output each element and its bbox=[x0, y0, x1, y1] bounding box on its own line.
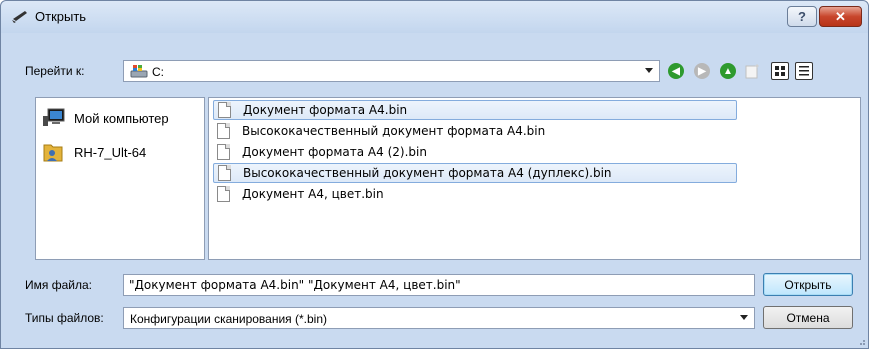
file-name: Документ формата A4 (2).bin bbox=[242, 145, 427, 159]
location-value: C: bbox=[152, 65, 164, 79]
cancel-button-label: Отмена bbox=[786, 310, 830, 325]
file-item[interactable]: Документ формата A4.bin bbox=[213, 100, 737, 120]
file-icon bbox=[217, 186, 230, 202]
open-file-dialog: Открыть ? ✕ Перейти к: C: ◀ ▶ ▲ Мой комп… bbox=[0, 0, 869, 349]
file-name: Документ A4, цвет.bin bbox=[242, 187, 384, 201]
open-button-label: Открыть bbox=[784, 277, 832, 292]
view-list-icon[interactable] bbox=[795, 62, 813, 80]
title-bar[interactable]: Открыть ? ✕ bbox=[1, 1, 868, 33]
file-item[interactable]: Документ A4, цвет.bin bbox=[213, 184, 737, 204]
back-icon[interactable]: ◀ bbox=[668, 63, 684, 79]
cancel-button[interactable]: Отмена bbox=[763, 306, 853, 329]
file-icon bbox=[217, 123, 230, 139]
resize-grip-icon[interactable] bbox=[856, 336, 866, 346]
file-icon bbox=[218, 165, 231, 181]
file-name: Высококачественный документ формата A4.b… bbox=[242, 124, 546, 138]
filename-input[interactable]: "Документ формата A4.bin" "Документ A4, … bbox=[123, 274, 755, 296]
place-label: RH-7_Ult-64 bbox=[74, 144, 147, 160]
window-title: Открыть bbox=[35, 9, 87, 24]
places-panel: Мой компьютер RH-7_Ult-64 bbox=[35, 97, 205, 260]
filetype-select[interactable]: Конфигурации сканирования (*.bin) bbox=[123, 307, 755, 329]
file-item[interactable]: Высококачественный документ формата A4.b… bbox=[213, 121, 737, 141]
close-icon: ✕ bbox=[835, 8, 846, 24]
new-folder-icon[interactable] bbox=[745, 63, 761, 79]
place-user-folder[interactable]: RH-7_Ult-64 bbox=[42, 140, 146, 164]
goto-label: Перейти к: bbox=[25, 64, 85, 78]
file-name: Высококачественный документ формата A4 (… bbox=[243, 166, 612, 180]
help-icon: ? bbox=[798, 9, 806, 24]
place-label: Мой компьютер bbox=[74, 110, 169, 126]
drive-icon bbox=[130, 65, 148, 78]
help-button[interactable]: ? bbox=[787, 6, 817, 27]
computer-icon bbox=[43, 108, 65, 126]
file-list[interactable]: Документ формата A4.bin Высококачественн… bbox=[208, 97, 861, 260]
filetype-label: Типы файлов: bbox=[25, 311, 104, 325]
user-folder-icon bbox=[43, 144, 63, 162]
chevron-down-icon bbox=[645, 68, 653, 73]
dialog-body: Перейти к: C: ◀ ▶ ▲ Мой компьютер RH-7_U… bbox=[11, 45, 862, 342]
location-combo[interactable]: C: bbox=[123, 60, 660, 82]
file-icon bbox=[218, 102, 231, 118]
view-tiles-icon[interactable] bbox=[771, 62, 789, 80]
chevron-down-icon bbox=[740, 315, 748, 320]
open-dialog-icon bbox=[12, 11, 27, 23]
file-item[interactable]: Высококачественный документ формата A4 (… bbox=[213, 163, 737, 183]
up-folder-icon[interactable]: ▲ bbox=[720, 63, 736, 79]
filetype-value: Конфигурации сканирования (*.bin) bbox=[130, 312, 328, 326]
filename-value: "Документ формата A4.bin" "Документ A4, … bbox=[129, 278, 461, 292]
file-name: Документ формата A4.bin bbox=[243, 103, 408, 117]
forward-icon[interactable]: ▶ bbox=[694, 63, 710, 79]
file-item[interactable]: Документ формата A4 (2).bin bbox=[213, 142, 737, 162]
file-icon bbox=[217, 144, 230, 160]
open-button[interactable]: Открыть bbox=[763, 273, 853, 296]
filename-label: Имя файла: bbox=[25, 278, 92, 292]
close-button[interactable]: ✕ bbox=[819, 6, 862, 27]
place-my-computer[interactable]: Мой компьютер bbox=[42, 106, 169, 130]
